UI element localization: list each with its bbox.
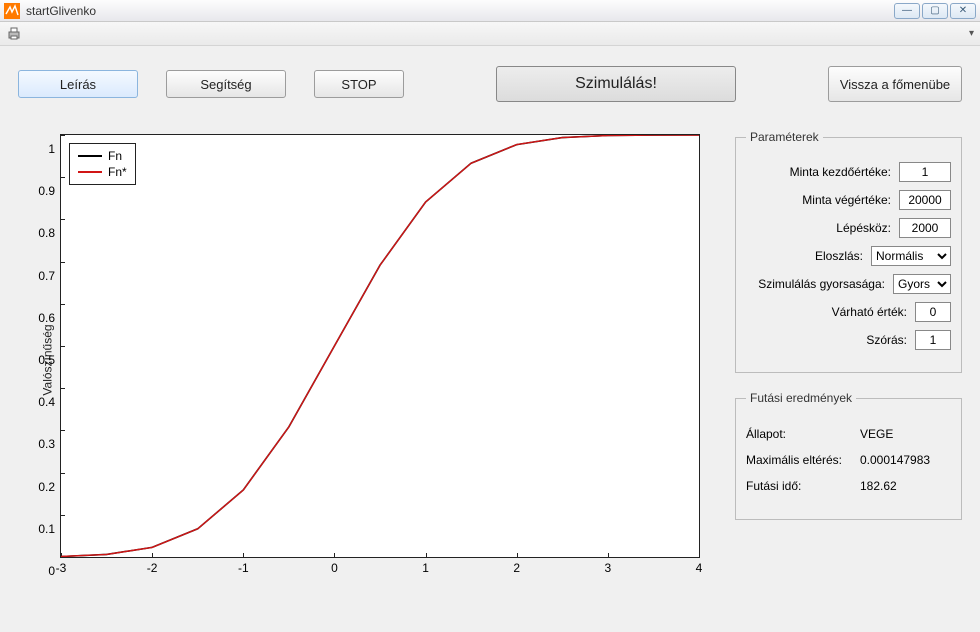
param-start-input[interactable] bbox=[899, 162, 951, 182]
titlebar: startGlivenko — ▢ ✕ bbox=[0, 0, 980, 22]
stop-button[interactable]: STOP bbox=[314, 70, 404, 98]
content-area: Leírás Segítség STOP Szimulálás! Vissza … bbox=[0, 46, 980, 632]
param-dist: Eloszlás: Normális bbox=[746, 246, 951, 266]
result-maxdev: Maximális eltérés: 0.000147983 bbox=[746, 453, 951, 467]
result-state-value: VEGE bbox=[860, 427, 893, 441]
print-icon[interactable] bbox=[6, 26, 22, 42]
param-end: Minta végértéke: bbox=[746, 190, 951, 210]
close-button[interactable]: ✕ bbox=[950, 3, 976, 19]
chart-area: Valószínűség Fn Fn* -3-2-10123400.10.20.… bbox=[18, 130, 715, 590]
result-state: Állapot: VEGE bbox=[746, 427, 951, 441]
plot: Fn Fn* -3-2-10123400.10.20.30.40.50.60.7… bbox=[60, 134, 700, 558]
minimize-button[interactable]: — bbox=[894, 3, 920, 19]
param-dist-label: Eloszlás: bbox=[746, 249, 863, 263]
param-dist-select[interactable]: Normális bbox=[871, 246, 951, 266]
top-button-row: Leírás Segítség STOP Szimulálás! Vissza … bbox=[18, 66, 962, 102]
param-speed-select[interactable]: Gyors bbox=[893, 274, 951, 294]
param-mean: Várható érték: bbox=[746, 302, 951, 322]
result-maxdev-label: Maximális eltérés: bbox=[746, 453, 850, 467]
param-end-input[interactable] bbox=[899, 190, 951, 210]
result-time-value: 182.62 bbox=[860, 479, 897, 493]
param-std: Szórás: bbox=[746, 330, 951, 350]
param-start-label: Minta kezdőértéke: bbox=[746, 165, 891, 179]
app-icon bbox=[4, 3, 20, 19]
param-speed-label: Szimulálás gyorsasága: bbox=[746, 277, 885, 291]
param-mean-label: Várható érték: bbox=[746, 305, 907, 319]
param-end-label: Minta végértéke: bbox=[746, 193, 891, 207]
toolbar: ▾ bbox=[0, 22, 980, 46]
parameters-fieldset: Paraméterek Minta kezdőértéke: Minta vég… bbox=[735, 130, 962, 373]
param-std-label: Szórás: bbox=[746, 333, 907, 347]
param-step: Lépésköz: bbox=[746, 218, 951, 238]
window-title: startGlivenko bbox=[26, 4, 892, 18]
maximize-button[interactable]: ▢ bbox=[922, 3, 948, 19]
result-maxdev-value: 0.000147983 bbox=[860, 453, 930, 467]
results-fieldset: Futási eredmények Állapot: VEGE Maximáli… bbox=[735, 391, 962, 520]
param-mean-input[interactable] bbox=[915, 302, 951, 322]
param-step-input[interactable] bbox=[899, 218, 951, 238]
param-speed: Szimulálás gyorsasága: Gyors bbox=[746, 274, 951, 294]
description-button[interactable]: Leírás bbox=[18, 70, 138, 98]
toolbar-chevron-icon[interactable]: ▾ bbox=[969, 28, 974, 39]
param-std-input[interactable] bbox=[915, 330, 951, 350]
param-start: Minta kezdőértéke: bbox=[746, 162, 951, 182]
side-panel: Paraméterek Minta kezdőértéke: Minta vég… bbox=[735, 130, 962, 590]
result-state-label: Állapot: bbox=[746, 427, 850, 441]
parameters-legend: Paraméterek bbox=[746, 130, 823, 144]
back-to-main-button[interactable]: Vissza a főmenübe bbox=[828, 66, 962, 102]
main-row: Valószínűség Fn Fn* -3-2-10123400.10.20.… bbox=[18, 130, 962, 590]
help-button[interactable]: Segítség bbox=[166, 70, 286, 98]
result-time: Futási idő: 182.62 bbox=[746, 479, 951, 493]
simulate-button[interactable]: Szimulálás! bbox=[496, 66, 736, 102]
results-legend: Futási eredmények bbox=[746, 391, 856, 405]
param-step-label: Lépésköz: bbox=[746, 221, 891, 235]
result-time-label: Futási idő: bbox=[746, 479, 850, 493]
